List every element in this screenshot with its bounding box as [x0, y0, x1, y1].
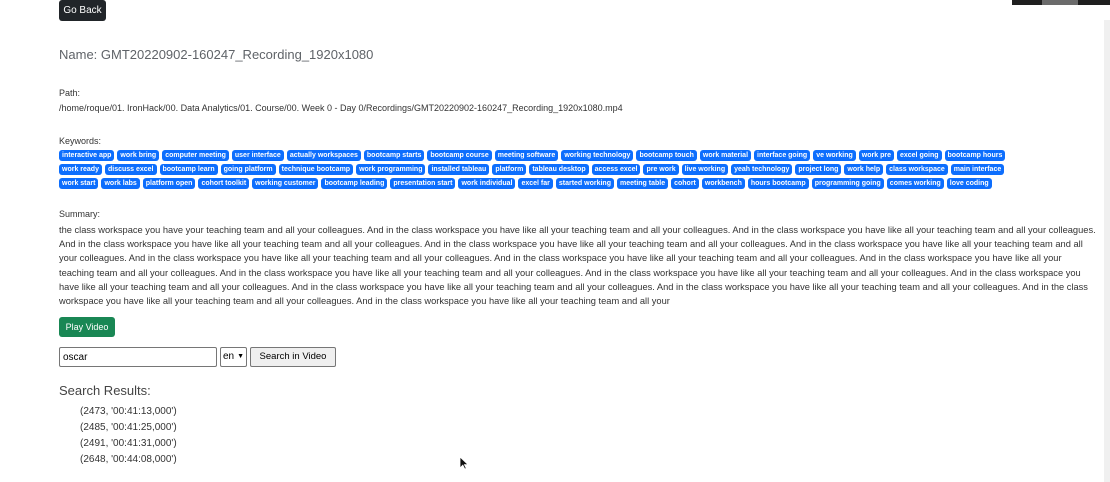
- keyword-row: work start work labs platform open cohort t…: [59, 178, 1099, 189]
- keyword-badge[interactable]: meeting software: [494, 150, 559, 161]
- language-select[interactable]: en ▼: [220, 347, 247, 367]
- search-result-item: (2473, '00:41:13,000'): [80, 406, 177, 417]
- play-video-button[interactable]: Play Video: [59, 317, 115, 337]
- keyword-badge[interactable]: work help: [844, 164, 884, 175]
- keyword-badge[interactable]: hours bootcamp: [747, 178, 809, 189]
- keyword-badge[interactable]: programming going: [811, 178, 884, 189]
- search-results-title: Search Results:: [59, 383, 151, 398]
- keyword-row: work ready discuss excel bootcamp learn goi…: [59, 164, 1099, 175]
- language-value: en: [223, 351, 235, 362]
- search-input[interactable]: [59, 347, 217, 367]
- go-back-button[interactable]: Go Back: [59, 0, 106, 21]
- keyword-badge[interactable]: bootcamp course: [427, 150, 492, 161]
- keyword-list: interactive app work bring computer meetin…: [59, 150, 1099, 192]
- search-in-video-button[interactable]: Search in Video: [250, 347, 336, 367]
- keyword-badge[interactable]: yeah technology: [731, 164, 793, 175]
- scrollbar-track[interactable]: [1104, 20, 1110, 482]
- keyword-badge[interactable]: going platform: [220, 164, 276, 175]
- keyword-badge[interactable]: love coding: [946, 178, 992, 189]
- keyword-badge[interactable]: class workspace: [886, 164, 948, 175]
- window-edge-strip: [1012, 0, 1110, 5]
- keyword-badge[interactable]: started working: [555, 178, 614, 189]
- keyword-badge[interactable]: work ready: [59, 164, 102, 175]
- keyword-badge[interactable]: work start: [59, 178, 99, 189]
- keyword-badge[interactable]: technique bootcamp: [278, 164, 354, 175]
- keyword-badge[interactable]: work material: [699, 150, 752, 161]
- path-value: /home/roque/01. IronHack/00. Data Analyt…: [59, 103, 623, 113]
- summary-text: the class workspace you have your teachi…: [59, 225, 1096, 307]
- search-result-item: (2491, '00:41:31,000'): [80, 438, 177, 449]
- keyword-badge[interactable]: bootcamp touch: [636, 150, 697, 161]
- chevron-down-icon: ▼: [237, 353, 244, 360]
- keyword-badge[interactable]: live working: [681, 164, 729, 175]
- keyword-badge[interactable]: workbench: [701, 178, 745, 189]
- keyword-badge[interactable]: ve working: [813, 150, 856, 161]
- keywords-label: Keywords:: [59, 136, 102, 146]
- mouse-pointer-icon: [459, 456, 469, 470]
- keyword-badge[interactable]: platform: [492, 164, 527, 175]
- keyword-badge[interactable]: bootcamp starts: [363, 150, 425, 161]
- keyword-badge[interactable]: working customer: [252, 178, 319, 189]
- keyword-badge[interactable]: work individual: [458, 178, 516, 189]
- keyword-badge[interactable]: bootcamp hours: [944, 150, 1006, 161]
- keyword-badge[interactable]: tableau desktop: [529, 164, 589, 175]
- keyword-row: interactive app work bring computer meetin…: [59, 150, 1099, 161]
- keyword-badge[interactable]: cohort toolkit: [198, 178, 250, 189]
- keyword-badge[interactable]: interactive app: [59, 150, 115, 161]
- keyword-badge[interactable]: presentation start: [390, 178, 456, 189]
- search-result-item: (2648, '00:44:08,000'): [80, 454, 177, 465]
- keyword-badge[interactable]: platform open: [142, 178, 196, 189]
- keyword-badge[interactable]: work programming: [356, 164, 426, 175]
- keyword-badge[interactable]: project long: [795, 164, 842, 175]
- path-label: Path:: [59, 88, 81, 98]
- summary-label: Summary:: [59, 209, 101, 219]
- keyword-badge[interactable]: cohort: [671, 178, 699, 189]
- search-result-item: (2485, '00:41:25,000'): [80, 422, 177, 433]
- keyword-badge[interactable]: working technology: [561, 150, 634, 161]
- keyword-badge[interactable]: actually workspaces: [286, 150, 361, 161]
- keyword-badge[interactable]: work pre: [858, 150, 894, 161]
- keyword-badge[interactable]: excel far: [518, 178, 553, 189]
- keyword-badge[interactable]: access excel: [591, 164, 641, 175]
- keyword-badge[interactable]: bootcamp learn: [159, 164, 218, 175]
- keyword-badge[interactable]: meeting table: [616, 178, 669, 189]
- recording-name: Name: GMT20220902-160247_Recording_1920x…: [59, 47, 374, 62]
- keyword-badge[interactable]: computer meeting: [162, 150, 229, 161]
- keyword-badge[interactable]: bootcamp leading: [321, 178, 388, 189]
- keyword-badge[interactable]: user interface: [231, 150, 284, 161]
- keyword-badge[interactable]: work labs: [101, 178, 140, 189]
- keyword-badge[interactable]: work bring: [117, 150, 160, 161]
- keyword-badge[interactable]: excel going: [896, 150, 942, 161]
- keyword-badge[interactable]: discuss excel: [104, 164, 157, 175]
- search-results-list: (2473, '00:41:13,000') (2485, '00:41:25,…: [80, 404, 177, 468]
- keyword-badge[interactable]: installed tableau: [428, 164, 490, 175]
- keyword-badge[interactable]: comes working: [886, 178, 944, 189]
- keyword-badge[interactable]: pre work: [643, 164, 679, 175]
- keyword-badge[interactable]: main interface: [950, 164, 1005, 175]
- keyword-badge[interactable]: interface going: [754, 150, 811, 161]
